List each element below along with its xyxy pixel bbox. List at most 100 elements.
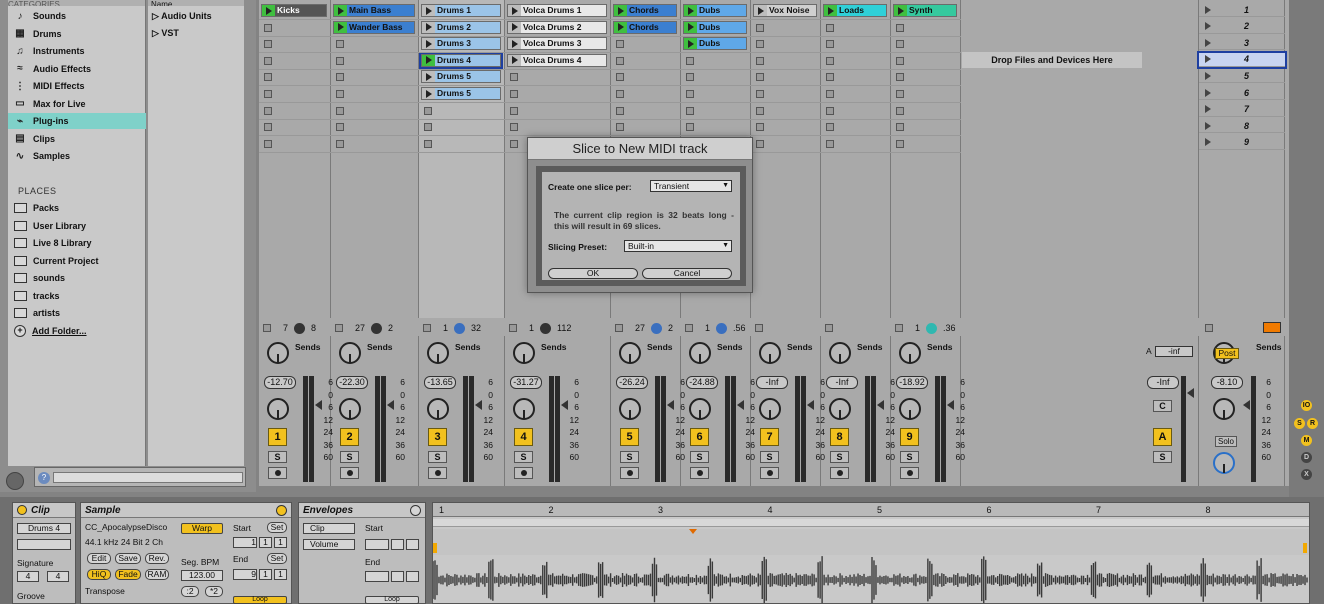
pan-left-value[interactable]: 1 bbox=[443, 323, 448, 333]
end-set-button[interactable]: Set bbox=[267, 553, 287, 564]
track-volume[interactable]: -18.92 bbox=[896, 376, 928, 389]
clip-stop-button[interactable] bbox=[756, 73, 764, 82]
clip-play-icon[interactable] bbox=[754, 5, 767, 16]
solo-button[interactable]: S bbox=[830, 451, 849, 463]
clip-slot[interactable]: Drums 5 bbox=[421, 70, 501, 84]
playhead-marker[interactable] bbox=[689, 529, 697, 534]
clip-stop-button[interactable] bbox=[264, 106, 272, 115]
clip-play-icon[interactable] bbox=[422, 5, 435, 16]
category-item[interactable]: ▦ Drums bbox=[8, 26, 146, 42]
pan-knob[interactable] bbox=[427, 398, 449, 420]
scene-play-icon[interactable] bbox=[1205, 121, 1211, 130]
track-stop-button[interactable] bbox=[263, 324, 271, 332]
solo-button[interactable]: Solo bbox=[1215, 436, 1237, 447]
scene-play-icon[interactable] bbox=[1205, 22, 1211, 31]
track-activator-button[interactable]: 9 bbox=[900, 428, 919, 446]
return-a-activator[interactable]: A bbox=[1153, 428, 1172, 446]
pan-right-value[interactable]: 2 bbox=[388, 323, 393, 333]
clip-slot[interactable]: Vox Noise bbox=[753, 4, 817, 17]
return-a-solo-button[interactable]: S bbox=[1153, 451, 1172, 463]
envelopes-options-icon[interactable] bbox=[410, 505, 421, 516]
pan-left-value[interactable]: 1 bbox=[705, 323, 710, 333]
slice-per-select[interactable]: Transient bbox=[650, 180, 732, 192]
clip-stop-button[interactable] bbox=[264, 73, 272, 82]
clip-stop-button[interactable] bbox=[756, 56, 764, 65]
clip-stop-button[interactable] bbox=[264, 90, 272, 98]
ok-button[interactable]: OK bbox=[548, 268, 638, 279]
clip-slot[interactable]: Volca Drums 4 bbox=[507, 53, 607, 67]
clip-play-icon[interactable] bbox=[508, 5, 521, 16]
clip-stop-button[interactable] bbox=[336, 139, 344, 148]
clip-slot[interactable]: Dubs bbox=[683, 20, 747, 34]
clip-stop-button[interactable] bbox=[686, 90, 694, 98]
track-stop-button[interactable] bbox=[755, 324, 763, 332]
clip-play-icon[interactable] bbox=[334, 5, 347, 16]
track-activator-button[interactable]: 5 bbox=[620, 428, 639, 446]
pan-knob[interactable] bbox=[339, 398, 361, 420]
scene-launch[interactable]: 6 bbox=[1199, 86, 1285, 100]
returns-toggle-button[interactable]: R bbox=[1307, 418, 1318, 429]
clip-stop-button[interactable] bbox=[616, 40, 624, 49]
track-activator-button[interactable]: 6 bbox=[690, 428, 709, 446]
content-item-vst[interactable]: ▷ VST bbox=[152, 28, 179, 39]
clip-play-icon[interactable] bbox=[684, 21, 697, 33]
pan-knob[interactable] bbox=[689, 398, 711, 420]
solo-button[interactable]: S bbox=[340, 451, 359, 463]
clip-slot[interactable]: Chords bbox=[613, 20, 677, 34]
place-item[interactable]: sounds bbox=[8, 270, 146, 286]
place-item[interactable]: + Add Folder... bbox=[8, 323, 146, 339]
pan-dot-icon[interactable] bbox=[926, 322, 938, 334]
clip-slot[interactable]: Drums 5 bbox=[421, 87, 501, 100]
category-item[interactable]: ≈ Audio Effects bbox=[8, 61, 146, 77]
clip-stop-button[interactable] bbox=[826, 40, 834, 49]
clip-stop-button[interactable] bbox=[826, 56, 834, 65]
content-header[interactable]: Name bbox=[148, 0, 244, 6]
send-knob[interactable] bbox=[759, 342, 781, 364]
pan-right-value[interactable]: 112 bbox=[557, 323, 571, 333]
return-a-fader[interactable] bbox=[1187, 388, 1194, 398]
hiq-button[interactable]: HiQ bbox=[87, 569, 111, 580]
master-pan-knob[interactable] bbox=[1213, 398, 1235, 420]
clip-slot[interactable]: Drums 1 bbox=[421, 4, 501, 17]
clip-stop-button[interactable] bbox=[896, 40, 904, 49]
clip-stop-button[interactable] bbox=[510, 106, 518, 115]
track-stop-button[interactable] bbox=[685, 324, 693, 332]
clip-stop-button[interactable] bbox=[756, 139, 764, 148]
clip-play-icon[interactable] bbox=[508, 21, 521, 33]
delay-toggle-button[interactable]: D bbox=[1301, 452, 1312, 463]
place-item[interactable]: Packs bbox=[8, 200, 146, 216]
clip-stop-button[interactable] bbox=[826, 139, 834, 148]
scene-play-icon[interactable] bbox=[1205, 38, 1211, 47]
solo-button[interactable]: S bbox=[268, 451, 287, 463]
pan-dot-icon[interactable] bbox=[371, 322, 383, 334]
track-volume[interactable]: -Inf bbox=[826, 376, 858, 389]
env-start-sixteenth[interactable] bbox=[406, 539, 419, 550]
clip-activator-icon[interactable] bbox=[17, 505, 27, 516]
sends-toggle-button[interactable]: S bbox=[1294, 418, 1305, 429]
clip-stop-button[interactable] bbox=[616, 106, 624, 115]
track-volume[interactable]: -12.70 bbox=[264, 376, 296, 389]
pan-knob[interactable] bbox=[267, 398, 289, 420]
drop-zone[interactable]: Drop Files and Devices Here bbox=[962, 52, 1142, 68]
arm-button[interactable] bbox=[514, 467, 533, 479]
scene-play-icon[interactable] bbox=[1205, 88, 1211, 97]
arm-button[interactable] bbox=[620, 467, 639, 479]
clip-play-icon[interactable] bbox=[262, 5, 275, 16]
clip-stop-button[interactable] bbox=[424, 123, 432, 132]
place-item[interactable]: tracks bbox=[8, 288, 146, 304]
io-toggle-button[interactable]: IO bbox=[1301, 400, 1312, 411]
start-set-button[interactable]: Set bbox=[267, 522, 287, 533]
clip-play-icon[interactable] bbox=[422, 88, 435, 99]
send-knob[interactable] bbox=[427, 342, 449, 364]
clip-play-icon[interactable] bbox=[824, 5, 837, 16]
clip-stop-button[interactable] bbox=[336, 106, 344, 115]
double-tempo-button[interactable]: *2 bbox=[205, 586, 223, 597]
category-item[interactable]: ▭ Max for Live bbox=[8, 96, 146, 112]
clip-slot[interactable]: Chords bbox=[613, 4, 677, 17]
cue-volume-knob[interactable] bbox=[1213, 452, 1235, 474]
clip-stop-button[interactable] bbox=[336, 40, 344, 49]
sample-options-icon[interactable] bbox=[276, 505, 287, 516]
stop-all-clips-button[interactable] bbox=[1263, 322, 1281, 333]
warp-button[interactable]: Warp bbox=[181, 523, 223, 534]
clip-stop-button[interactable] bbox=[756, 23, 764, 32]
